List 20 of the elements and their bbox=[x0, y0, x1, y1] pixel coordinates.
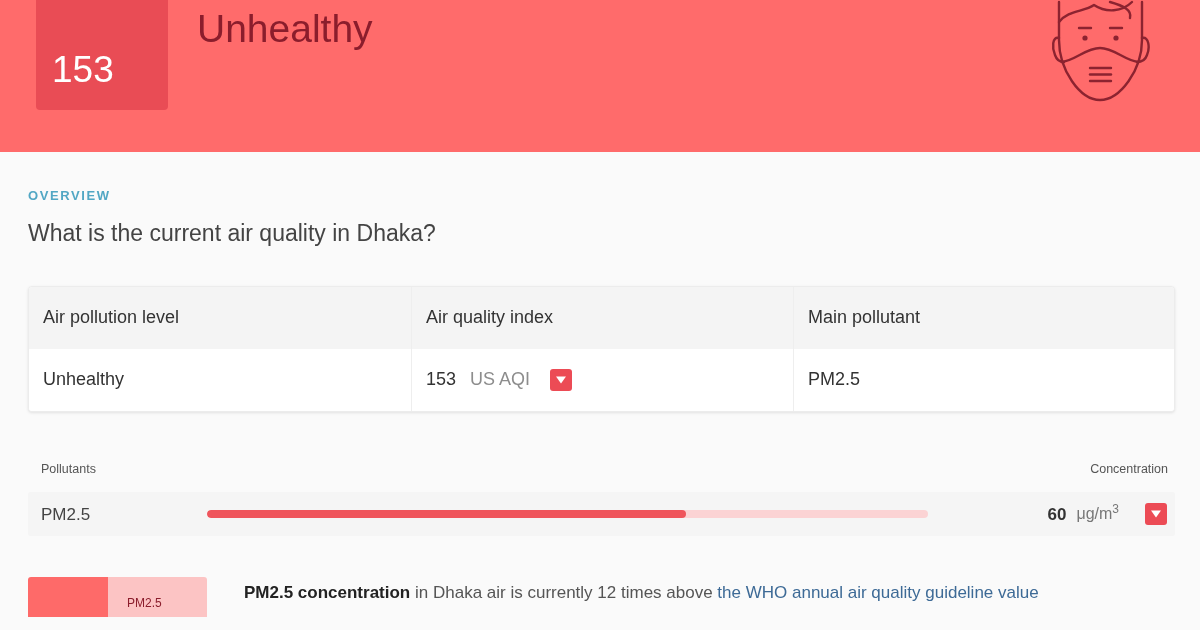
column-header: Air pollution level bbox=[42, 306, 181, 330]
comparison-text: PM2.5 concentration in Dhaka air is currently 12 times above the WHO annual air quality guideline value bbox=[244, 582, 1039, 605]
pollutant-name: PM2.5 bbox=[41, 503, 92, 526]
level-title: Unhealthy bbox=[197, 9, 373, 48]
face-mask-icon bbox=[1050, 0, 1150, 102]
pollutant-tile: PM2.5 bbox=[108, 577, 207, 618]
concentration-value: 60 bbox=[1047, 503, 1067, 526]
column-label: Pollutants bbox=[41, 460, 96, 478]
table-cell: PM2.5 bbox=[793, 348, 1174, 411]
aqi-value: 153 bbox=[426, 368, 457, 392]
table-cell-text: Unhealthy bbox=[42, 368, 126, 392]
concentration-unit: μg/m$^{3}$ bbox=[1076, 502, 1119, 525]
column-header: Air quality index bbox=[411, 286, 793, 349]
column-header: Main pollutant bbox=[793, 286, 1174, 349]
section-label: OVERVIEW bbox=[28, 189, 112, 202]
aqi-tile: 153 bbox=[36, 0, 168, 110]
section-heading: What is the current air quality in Dhaka? bbox=[28, 220, 437, 248]
aqi-unit: US AQI bbox=[470, 368, 531, 392]
column-label: Concentration bbox=[1090, 460, 1168, 478]
guideline-link[interactable]: the WHO annual air quality guideline value bbox=[717, 583, 1039, 603]
